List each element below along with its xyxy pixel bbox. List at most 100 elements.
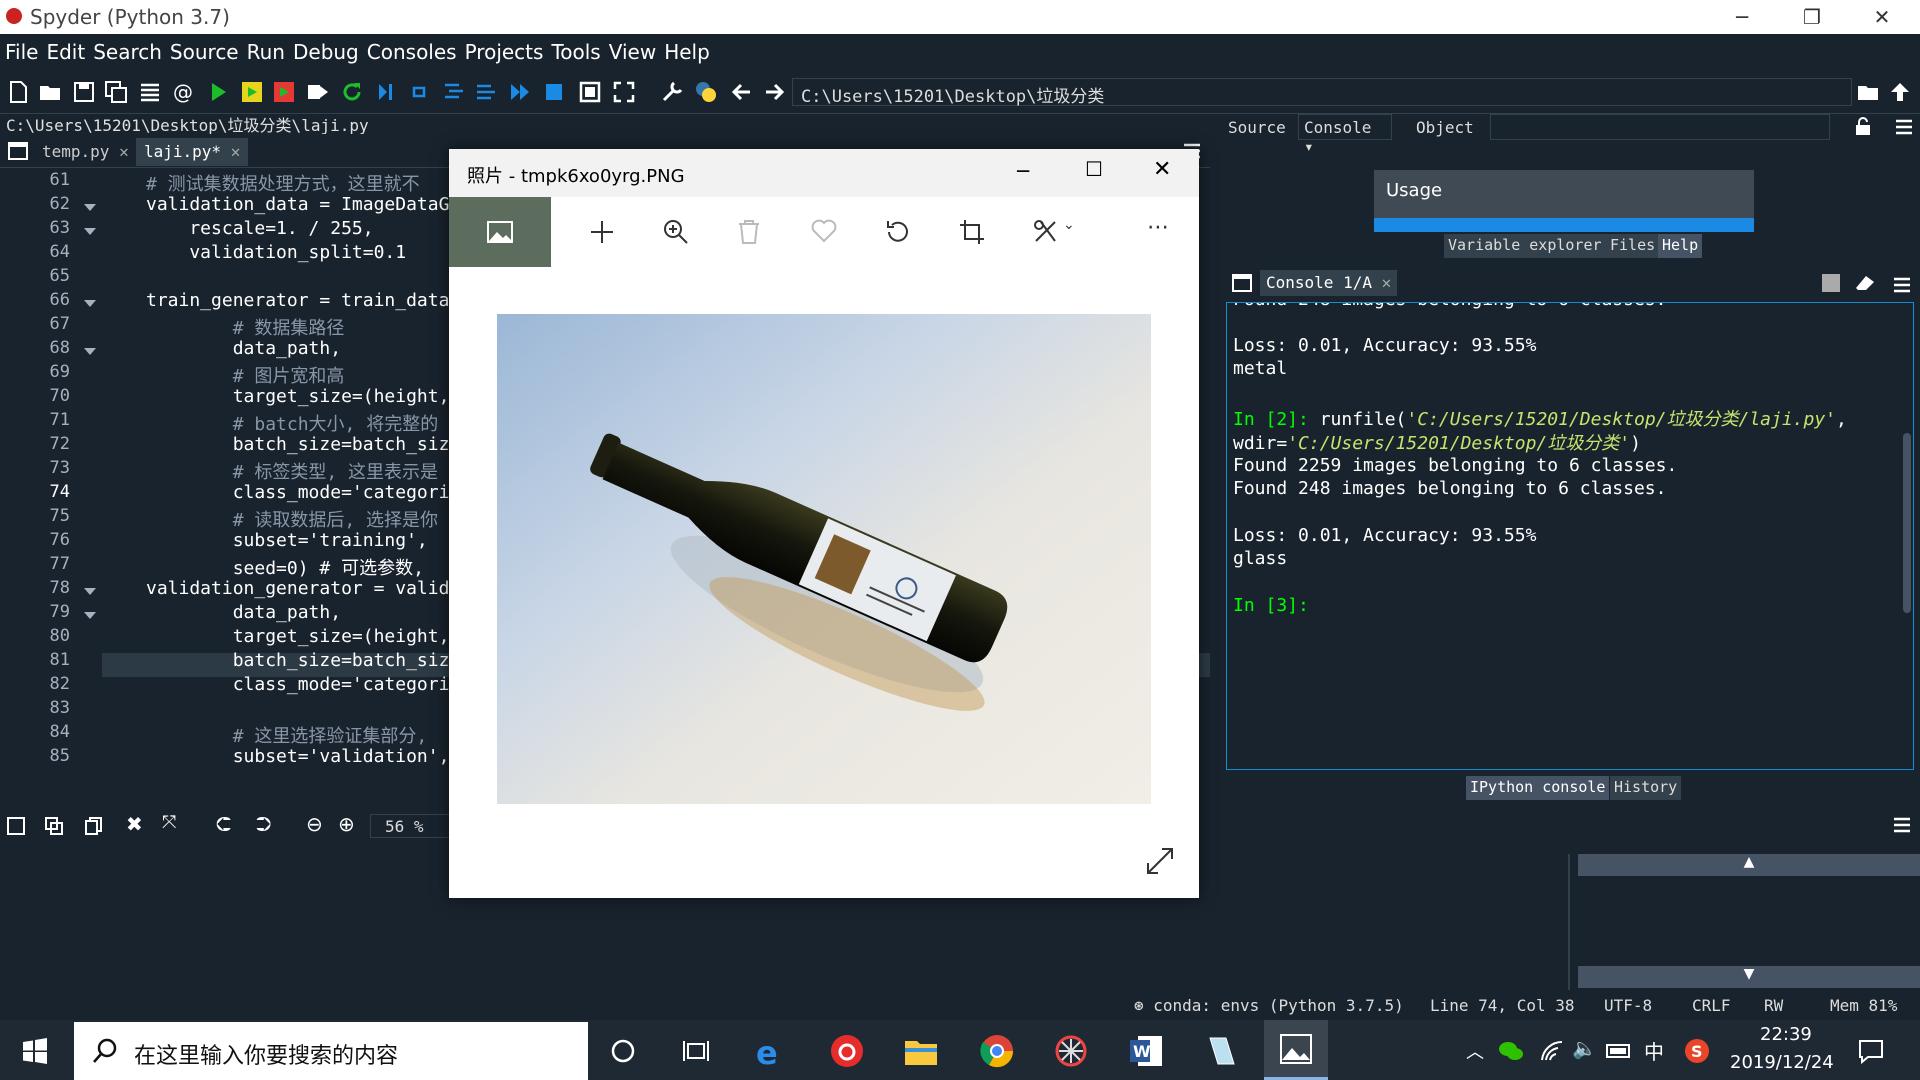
menu-consoles[interactable]: Consoles: [362, 34, 460, 64]
edge-icon[interactable]: e: [756, 1034, 778, 1072]
netease-music-icon[interactable]: [830, 1034, 864, 1068]
eraser-icon[interactable]: [1854, 274, 1876, 292]
step-into-icon[interactable]: [442, 80, 466, 104]
more-options-icon[interactable]: ⋯: [1147, 215, 1169, 240]
file-explorer-icon[interactable]: [904, 1036, 938, 1066]
save-all-icon[interactable]: [104, 80, 128, 104]
show-hidden-icons-icon[interactable]: ︿: [1466, 1038, 1484, 1064]
preferences-icon[interactable]: [660, 80, 684, 104]
stop-debug-icon[interactable]: [542, 80, 566, 104]
tab-help[interactable]: Help: [1658, 234, 1703, 258]
rerun-icon[interactable]: [340, 80, 364, 104]
fold-marker-icon[interactable]: [84, 300, 96, 307]
close-tab-icon[interactable]: ✕: [119, 142, 129, 161]
console-scrollbar[interactable]: [1903, 433, 1911, 613]
help-object-input[interactable]: [1490, 114, 1830, 140]
list-icon[interactable]: [138, 80, 162, 104]
tab-console[interactable]: Console 1/A ✕: [1260, 270, 1398, 296]
ime-indicator[interactable]: 中: [1644, 1036, 1664, 1065]
tab-files[interactable]: Files: [1606, 234, 1660, 258]
back-icon[interactable]: [730, 80, 754, 104]
fullscreen-icon[interactable]: [612, 80, 636, 104]
tab-history[interactable]: History: [1610, 776, 1682, 800]
save-all-icon[interactable]: [44, 816, 64, 836]
at-icon[interactable]: @: [170, 80, 194, 104]
step-icon[interactable]: [410, 80, 434, 104]
run-selection-icon[interactable]: [306, 80, 330, 104]
lock-icon[interactable]: [1854, 116, 1872, 136]
chrome-icon[interactable]: [980, 1034, 1014, 1068]
close-console-icon[interactable]: ✕: [1382, 273, 1392, 292]
working-directory-input[interactable]: C:\Users\15201\Desktop\垃圾分类: [792, 78, 1852, 107]
copy-icon[interactable]: [84, 816, 104, 836]
menu-run[interactable]: Run: [242, 34, 288, 64]
console-prompt[interactable]: In [3]:: [1233, 595, 1309, 616]
debug-icon[interactable]: [374, 80, 398, 104]
fold-marker-icon[interactable]: [84, 348, 96, 355]
close-tab-icon[interactable]: ✕: [231, 142, 241, 161]
close-all-icon[interactable]: ⤧: [162, 812, 176, 833]
maximize-pane-icon[interactable]: [578, 80, 602, 104]
menu-source[interactable]: Source: [165, 34, 242, 64]
fold-marker-icon[interactable]: [84, 588, 96, 595]
new-file-icon[interactable]: [6, 80, 30, 104]
menu-help[interactable]: Help: [659, 34, 713, 64]
save-icon[interactable]: [6, 816, 26, 836]
save-icon[interactable]: [72, 80, 96, 104]
taskbar-search-box[interactable]: 在这里输入你要搜索的内容: [74, 1022, 588, 1080]
zoom-icon[interactable]: [663, 219, 689, 245]
menu-projects[interactable]: Projects: [460, 34, 547, 64]
photos-minimize-button[interactable]: ─: [1017, 159, 1029, 183]
tab-variable-explorer[interactable]: Variable explorer: [1444, 234, 1606, 258]
scroll-down-button[interactable]: ▼: [1578, 966, 1920, 988]
zoom-in-icon[interactable]: ⊕: [338, 812, 355, 836]
windows-start-icon[interactable]: [22, 1038, 48, 1064]
menu-view[interactable]: View: [604, 34, 659, 64]
console-browse-tabs-icon[interactable]: [1232, 274, 1252, 292]
spyder-taskbar-icon[interactable]: [1054, 1034, 1088, 1068]
favorite-icon[interactable]: [811, 219, 837, 243]
fold-marker-icon[interactable]: [84, 228, 96, 235]
photos-taskbar-item[interactable]: [1264, 1020, 1328, 1080]
help-source-select[interactable]: Console ▾: [1298, 114, 1392, 156]
add-to-icon[interactable]: [589, 219, 615, 245]
fold-marker-icon[interactable]: [84, 612, 96, 619]
forward-icon[interactable]: [762, 80, 786, 104]
photos-close-button[interactable]: ✕: [1153, 157, 1171, 182]
tab-ipython-console[interactable]: IPython console: [1466, 776, 1610, 800]
see-all-photos-button[interactable]: [449, 197, 551, 267]
tab-laji-py[interactable]: laji.py* ✕: [136, 138, 249, 166]
crop-icon[interactable]: [959, 219, 985, 245]
parent-dir-icon[interactable]: [1888, 80, 1912, 104]
minimize-button[interactable]: ─: [1712, 0, 1772, 34]
menu-debug[interactable]: Debug: [288, 34, 362, 64]
wifi-icon[interactable]: [1540, 1040, 1564, 1062]
console-options-menu-icon[interactable]: [1892, 276, 1912, 294]
edit-create-icon[interactable]: [1033, 219, 1061, 245]
step-return-icon[interactable]: [474, 80, 498, 104]
clock-date[interactable]: 2019/12/24: [1730, 1052, 1834, 1073]
photos-maximize-button[interactable]: ☐: [1085, 157, 1103, 181]
interrupt-kernel-icon[interactable]: [1822, 274, 1840, 292]
close-icon[interactable]: ✖: [126, 812, 143, 836]
python-path-icon[interactable]: [694, 80, 718, 104]
ipython-console[interactable]: Found 248 images belonging to 6 classes.…: [1226, 302, 1914, 770]
browse-folder-icon[interactable]: [1856, 80, 1880, 104]
menu-tools[interactable]: Tools: [546, 34, 603, 64]
next-icon[interactable]: ⮊: [256, 812, 271, 836]
wechat-icon[interactable]: [1498, 1040, 1524, 1062]
zoom-level-input[interactable]: 56 %: [370, 814, 450, 838]
task-view-icon[interactable]: [682, 1038, 710, 1064]
run-cell-advance-icon[interactable]: [272, 80, 296, 104]
volume-icon[interactable]: 🔈: [1572, 1036, 1597, 1060]
close-button[interactable]: ✕: [1852, 0, 1912, 34]
menu-search[interactable]: Search: [88, 34, 165, 64]
cortana-icon[interactable]: [610, 1038, 636, 1064]
maximize-button[interactable]: ❐: [1782, 0, 1842, 34]
menu-edit[interactable]: Edit: [41, 34, 88, 64]
help-options-menu-icon[interactable]: [1894, 118, 1914, 136]
notepad-icon[interactable]: [1204, 1034, 1238, 1068]
scroll-up-button[interactable]: ▲: [1578, 854, 1920, 876]
tab-temp-py[interactable]: temp.py ✕: [34, 138, 137, 166]
bottom-options-menu-icon[interactable]: [1892, 816, 1912, 834]
